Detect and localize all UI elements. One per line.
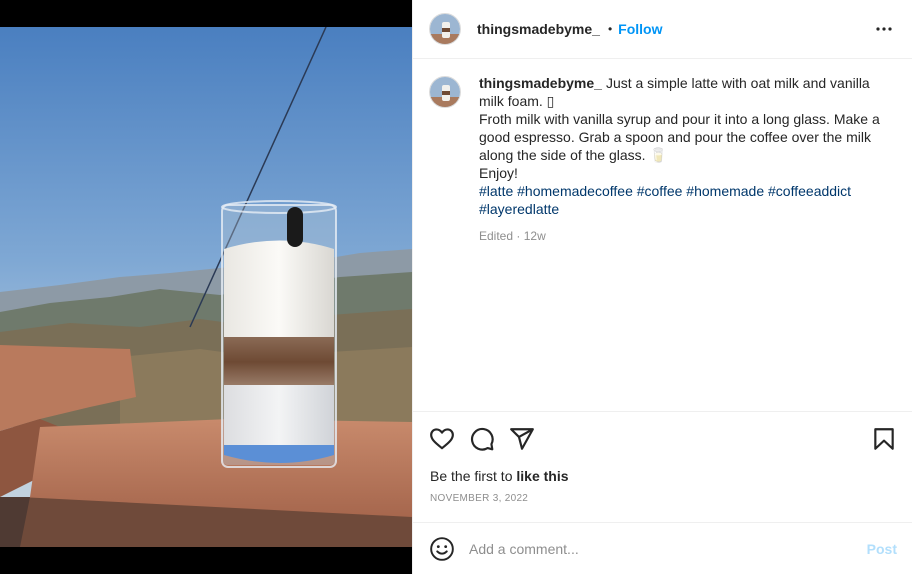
post-media <box>0 0 412 574</box>
caption-text-line-2: Froth milk with vanilla syrup and pour i… <box>479 111 880 163</box>
avatar[interactable] <box>429 13 461 45</box>
post-age[interactable]: 12w <box>524 229 546 243</box>
bookmark-icon <box>874 428 894 450</box>
emoji-button[interactable] <box>429 536 455 562</box>
post-actions: Be the first to like this NOVEMBER 3, 20… <box>413 411 912 522</box>
paper-plane-icon <box>510 428 534 450</box>
avatar-image <box>430 77 460 107</box>
share-button[interactable] <box>509 426 535 452</box>
caption-avatar[interactable] <box>429 76 461 108</box>
caption-hashtags[interactable]: #latte #homemadecoffee #coffee #homemade… <box>479 182 897 218</box>
caption-comment: thingsmadebyme_ Just a simple latte with … <box>429 74 897 245</box>
meta-separator: · <box>516 229 521 243</box>
comments-area: thingsmadebyme_ Just a simple latte with … <box>413 60 912 411</box>
likes-prefix: Be the first to <box>430 468 513 484</box>
likes-summary: Be the first to like this <box>430 468 569 484</box>
add-comment-bar: Post <box>413 522 912 574</box>
action-icons <box>429 426 897 452</box>
caption-line-1: thingsmadebyme_ Just a simple latte with … <box>479 74 897 110</box>
like-button[interactable] <box>429 426 455 452</box>
caption-text-line-3: Enjoy! <box>479 165 518 181</box>
smiley-icon <box>430 536 454 561</box>
comment-input[interactable] <box>469 540 867 557</box>
avatar-image <box>430 14 460 44</box>
latte-photo-illustration <box>0 27 412 547</box>
edited-label: Edited <box>479 229 514 243</box>
heart-icon <box>430 428 454 450</box>
more-icon <box>876 27 892 31</box>
more-options-button[interactable] <box>873 18 895 40</box>
caption-username[interactable]: thingsmadebyme_ <box>479 75 602 91</box>
instagram-post-dialog: thingsmadebyme_ • Follow thingsmadebyme_… <box>0 0 912 574</box>
post-comment-button[interactable]: Post <box>867 541 897 557</box>
post-header: thingsmadebyme_ • Follow <box>413 0 912 59</box>
comment-button[interactable] <box>469 426 495 452</box>
save-button[interactable] <box>871 426 897 452</box>
caption-text: thingsmadebyme_ Just a simple latte with … <box>479 74 897 245</box>
post-date[interactable]: NOVEMBER 3, 2022 <box>430 493 528 504</box>
header-username[interactable]: thingsmadebyme_ <box>477 21 600 37</box>
post-photo[interactable] <box>0 27 412 547</box>
caption-meta: Edited · 12w <box>479 227 897 245</box>
header-separator: • <box>607 22 613 36</box>
post-side-panel: thingsmadebyme_ • Follow thingsmadebyme_… <box>412 0 912 574</box>
comment-icon <box>471 427 494 451</box>
follow-button[interactable]: Follow <box>618 21 662 37</box>
like-this-link[interactable]: like this <box>516 468 568 484</box>
